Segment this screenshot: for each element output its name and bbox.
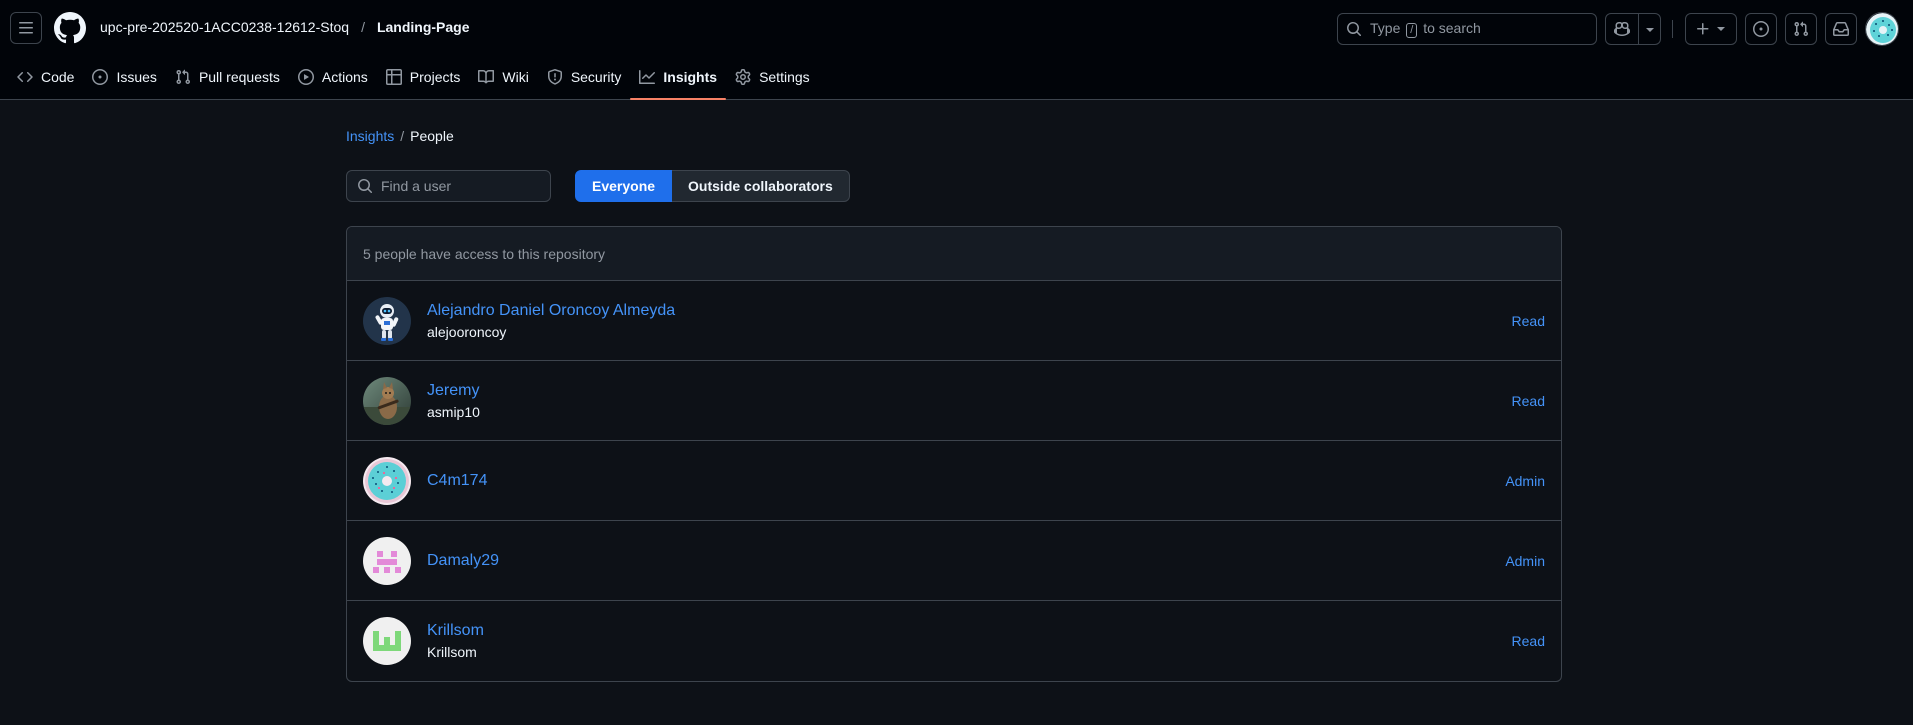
everyone-filter-button[interactable]: Everyone bbox=[575, 170, 673, 202]
chevron-down-icon bbox=[1717, 27, 1725, 31]
repo-nav: Code Issues Pull requests Actions Projec… bbox=[8, 62, 819, 100]
pull-request-icon bbox=[1794, 21, 1809, 37]
tab-projects[interactable]: Projects bbox=[377, 62, 470, 92]
tab-label: Code bbox=[41, 69, 75, 85]
hamburger-icon bbox=[19, 22, 33, 34]
repo-path-separator: / bbox=[361, 19, 365, 35]
shield-icon bbox=[547, 69, 562, 85]
tab-label: Actions bbox=[321, 69, 368, 85]
find-user-field[interactable] bbox=[346, 170, 551, 202]
permission-level-link[interactable]: Admin bbox=[1505, 553, 1545, 569]
permission-level-link[interactable]: Read bbox=[1512, 633, 1545, 649]
search-icon bbox=[358, 179, 373, 194]
breadcrumb-insights-link[interactable]: Insights bbox=[346, 128, 394, 144]
repo-name-link[interactable]: Landing-Page bbox=[377, 19, 470, 35]
tab-label: Issues bbox=[116, 69, 157, 85]
tab-label: Security bbox=[570, 69, 622, 85]
repo-path: upc-pre-202520-1ACC0238-12612-Stoq / Lan… bbox=[100, 19, 470, 35]
tab-issues[interactable]: Issues bbox=[83, 62, 165, 92]
identicon-pink-avatar[interactable] bbox=[363, 536, 411, 585]
copilot-icon bbox=[1614, 21, 1630, 37]
page-title: People bbox=[410, 128, 454, 144]
user-avatar[interactable] bbox=[1865, 12, 1899, 46]
user-name-link[interactable]: Alejandro Daniel Oroncoy Almeyda bbox=[427, 302, 675, 320]
issue-icon bbox=[1753, 21, 1769, 37]
graph-icon bbox=[639, 70, 656, 84]
user-login: asmip10 bbox=[427, 403, 480, 420]
plus-icon bbox=[1697, 23, 1709, 35]
tab-settings[interactable]: Settings bbox=[726, 62, 819, 92]
github-logo-icon[interactable] bbox=[53, 12, 86, 44]
permission-level-link[interactable]: Read bbox=[1512, 313, 1545, 329]
permission-level-link[interactable]: Read bbox=[1512, 393, 1545, 409]
list-item: C4m174 Admin bbox=[347, 441, 1561, 521]
tab-label: Projects bbox=[409, 69, 461, 85]
table-icon bbox=[385, 69, 402, 85]
tab-code[interactable]: Code bbox=[8, 62, 83, 92]
list-item: Alejandro Daniel Oroncoy Almeyda alejoor… bbox=[347, 281, 1561, 361]
create-new-button[interactable] bbox=[1685, 13, 1737, 45]
donut-avatar[interactable] bbox=[363, 456, 411, 505]
people-summary: 5 people have access to this repository bbox=[347, 227, 1561, 281]
search-icon bbox=[1347, 22, 1362, 37]
tab-label: Pull requests bbox=[198, 69, 280, 85]
tab-label: Insights bbox=[663, 69, 718, 85]
header-divider bbox=[1672, 20, 1673, 38]
permission-level-link[interactable]: Admin bbox=[1505, 473, 1545, 489]
menu-button[interactable] bbox=[10, 12, 42, 44]
your-pull-requests-button[interactable] bbox=[1785, 13, 1817, 45]
user-name-link[interactable]: Jeremy bbox=[427, 382, 480, 400]
astronaut-avatar[interactable] bbox=[363, 296, 411, 345]
tab-label: Wiki bbox=[502, 69, 529, 85]
user-name-link[interactable]: Damaly29 bbox=[427, 552, 499, 570]
user-login: alejooroncoy bbox=[427, 323, 507, 340]
your-issues-button[interactable] bbox=[1745, 13, 1777, 45]
user-name-link[interactable]: C4m174 bbox=[427, 472, 487, 490]
tab-pull-requests[interactable]: Pull requests bbox=[166, 62, 289, 92]
gear-icon bbox=[735, 69, 751, 85]
code-icon bbox=[17, 71, 33, 83]
tab-actions[interactable]: Actions bbox=[289, 62, 377, 92]
list-item: Damaly29 Admin bbox=[347, 521, 1561, 601]
find-user-input[interactable] bbox=[381, 178, 541, 194]
tab-insights[interactable]: Insights bbox=[630, 62, 726, 100]
notifications-button[interactable] bbox=[1825, 13, 1857, 45]
tab-wiki[interactable]: Wiki bbox=[469, 62, 537, 92]
global-search-input[interactable]: Type / to search bbox=[1337, 13, 1597, 45]
repo-owner-link[interactable]: upc-pre-202520-1ACC0238-12612-Stoq bbox=[100, 19, 349, 35]
breadcrumb-separator: / bbox=[400, 128, 405, 144]
people-list: 5 people have access to this repository … bbox=[346, 226, 1562, 682]
user-login: Krillsom bbox=[427, 643, 477, 660]
tab-label: Settings bbox=[759, 69, 810, 85]
copilot-button[interactable] bbox=[1605, 13, 1661, 45]
identicon-green-avatar[interactable] bbox=[363, 616, 411, 665]
search-placeholder: Type / to search bbox=[1370, 20, 1481, 38]
issue-icon bbox=[92, 69, 109, 85]
tab-security[interactable]: Security bbox=[538, 62, 631, 92]
list-item: Jeremy asmip10 Read bbox=[347, 361, 1561, 441]
inbox-icon bbox=[1833, 22, 1849, 36]
play-icon bbox=[297, 69, 314, 85]
slash-key-hint: / bbox=[1406, 23, 1418, 38]
user-name-link[interactable]: Krillsom bbox=[427, 622, 484, 640]
pull-request-icon bbox=[176, 69, 190, 85]
book-icon bbox=[478, 69, 495, 84]
outside-collaborators-filter-button[interactable]: Outside collaborators bbox=[672, 170, 850, 202]
breadcrumb: Insights / People bbox=[346, 128, 454, 144]
photo-avatar[interactable] bbox=[363, 376, 411, 425]
list-item: Krillsom Krillsom Read bbox=[347, 601, 1561, 680]
people-filter-segmented: Everyone Outside collaborators bbox=[575, 170, 850, 202]
chevron-down-icon bbox=[1646, 28, 1654, 32]
